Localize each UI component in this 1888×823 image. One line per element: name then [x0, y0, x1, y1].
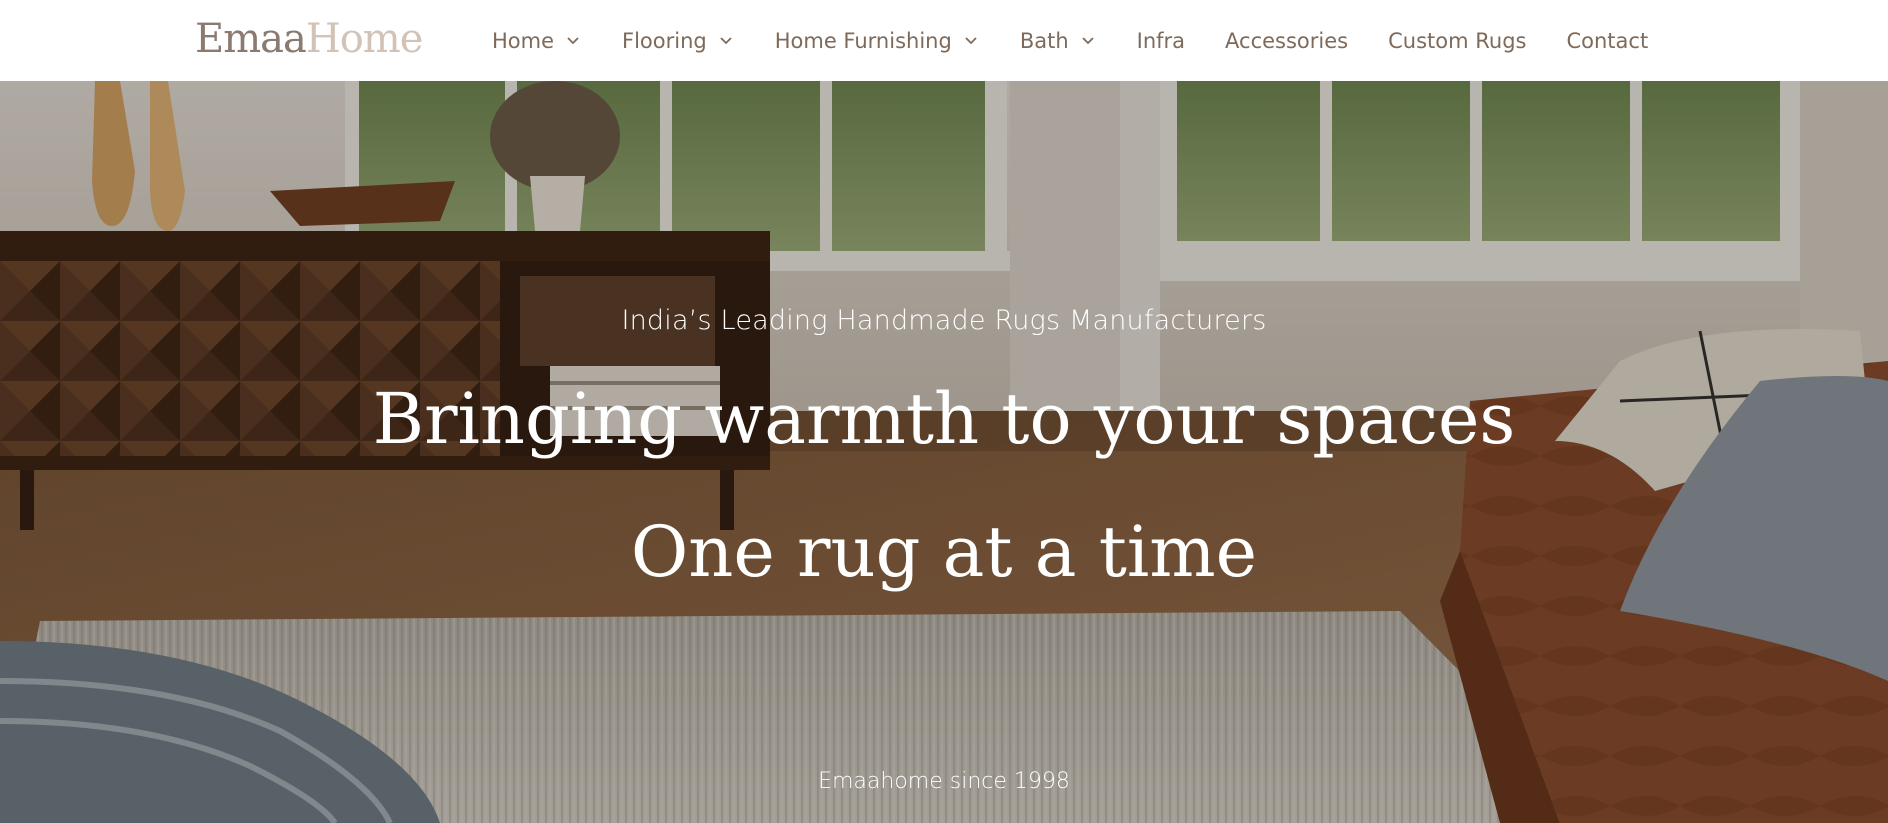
- nav-item-label: Flooring: [622, 28, 707, 53]
- nav-item-custom-rugs[interactable]: Custom Rugs: [1388, 0, 1526, 81]
- hero-headline-line2: One rug at a time: [630, 511, 1258, 593]
- hero-content: India’s Leading Handmade Rugs Manufactur…: [0, 81, 1888, 823]
- nav-item-label: Infra: [1136, 28, 1186, 53]
- nav-item-label: Accessories: [1225, 28, 1349, 53]
- nav-item-label: Home: [492, 28, 555, 53]
- nav-item-home[interactable]: Home: [492, 0, 582, 81]
- hero-since-text: Emaahome since 1998: [818, 769, 1070, 794]
- main-nav: Home Flooring Home Furnishing Bath Infra…: [492, 0, 1648, 81]
- nav-item-home-furnishing[interactable]: Home Furnishing: [775, 0, 980, 81]
- logo[interactable]: EmaaHome: [195, 16, 424, 62]
- logo-text-secondary: Home: [305, 16, 424, 62]
- site-header: EmaaHome Home Flooring Home Furnishing B…: [0, 0, 1888, 81]
- nav-item-contact[interactable]: Contact: [1566, 0, 1648, 81]
- nav-item-label: Home Furnishing: [774, 28, 952, 53]
- nav-item-label: Bath: [1019, 28, 1069, 53]
- chevron-down-icon: [564, 32, 582, 50]
- logo-text-primary: Emaa: [195, 16, 307, 62]
- nav-item-label: Contact: [1566, 28, 1649, 53]
- nav-item-bath[interactable]: Bath: [1020, 0, 1097, 81]
- nav-item-infra[interactable]: Infra: [1137, 0, 1185, 81]
- chevron-down-icon: [1079, 32, 1097, 50]
- nav-item-label: Custom Rugs: [1388, 28, 1527, 53]
- chevron-down-icon: [717, 32, 735, 50]
- chevron-down-icon: [962, 32, 980, 50]
- hero-subtitle: India’s Leading Handmade Rugs Manufactur…: [621, 305, 1267, 336]
- hero-headline-line1: Bringing warmth to your spaces: [372, 378, 1516, 460]
- nav-item-accessories[interactable]: Accessories: [1225, 0, 1348, 81]
- nav-item-flooring[interactable]: Flooring: [622, 0, 735, 81]
- hero-banner: India’s Leading Handmade Rugs Manufactur…: [0, 81, 1888, 823]
